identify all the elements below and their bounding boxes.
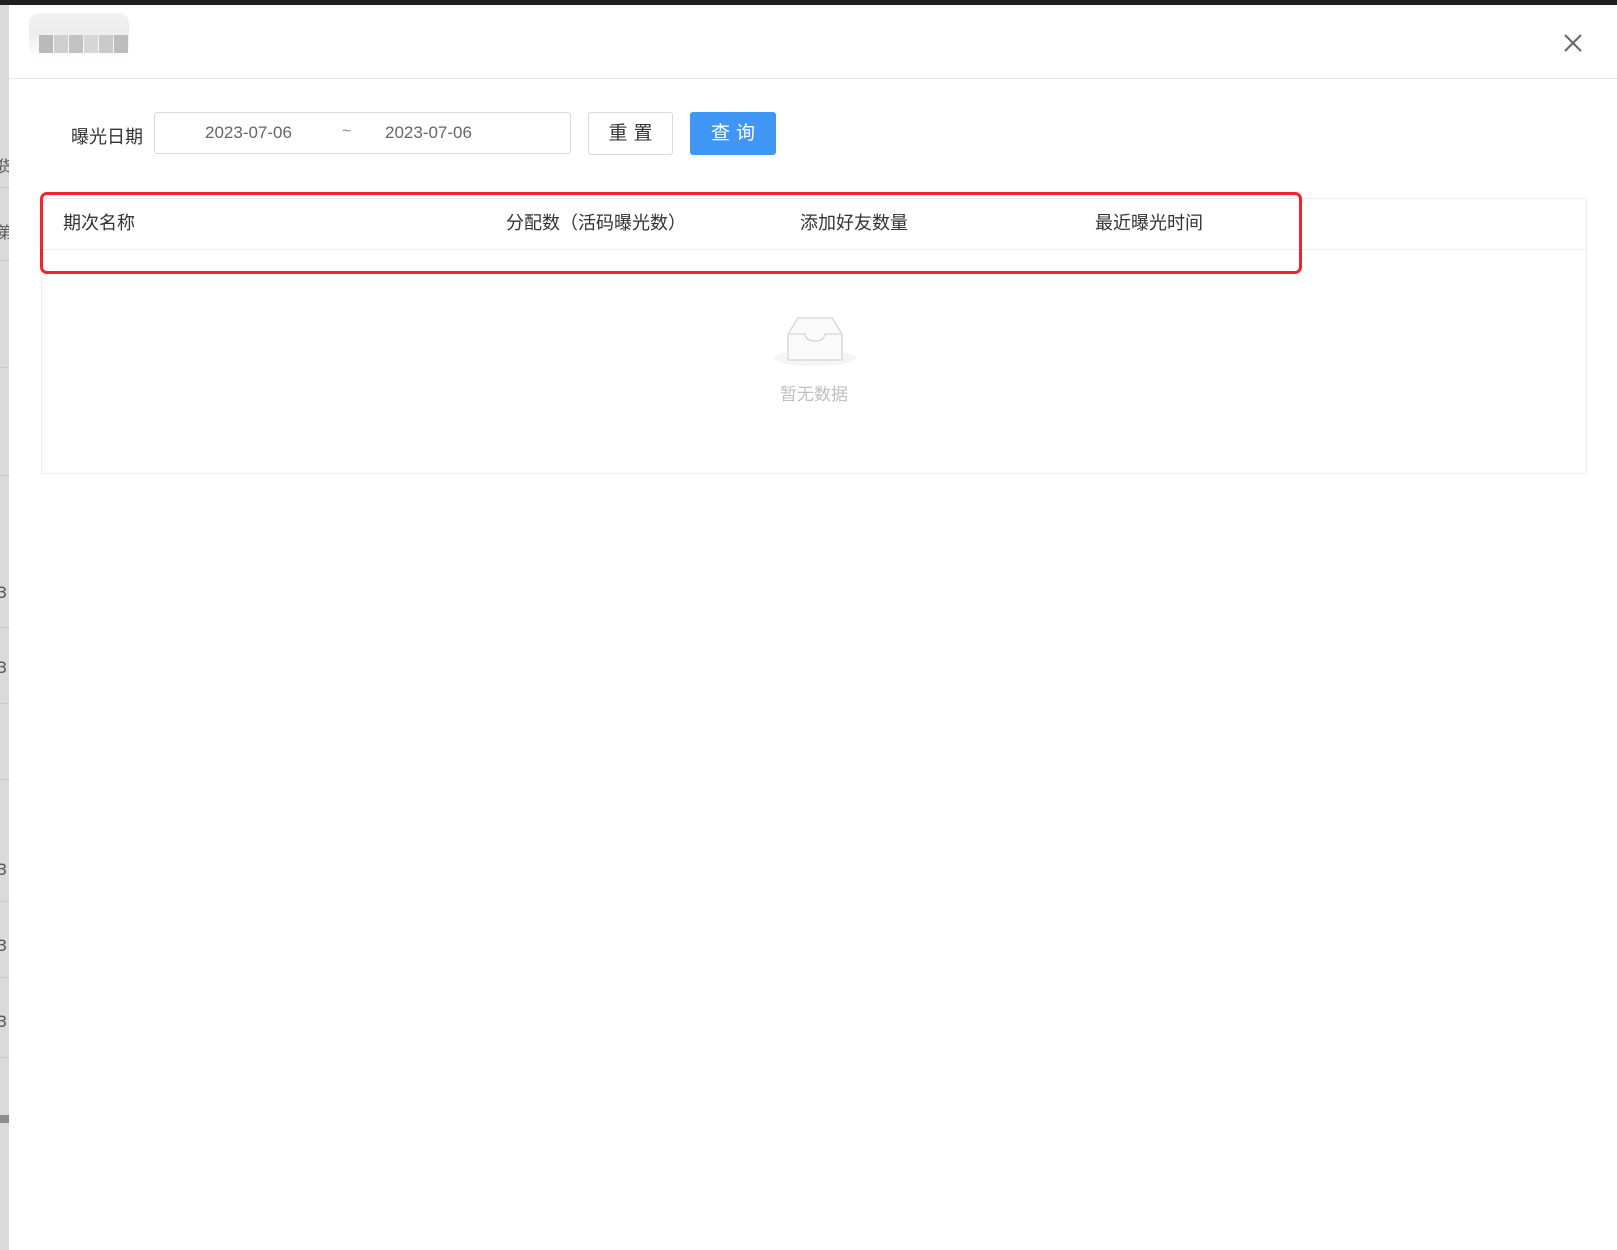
close-button[interactable]	[1561, 31, 1585, 55]
background-scroll-mark	[0, 1115, 9, 1123]
column-header-period-name[interactable]: 期次名称	[63, 199, 135, 249]
exposure-table: 期次名称 分配数（活码曝光数） 添加好友数量 最近曝光时间 暂无数据	[41, 198, 1587, 474]
exposure-dialog	[9, 5, 1617, 1250]
column-header-allocation-count[interactable]: 分配数（活码曝光数）	[506, 199, 686, 249]
background-text-fragment: 3	[0, 658, 8, 677]
close-icon[interactable]	[1561, 31, 1585, 55]
background-divider	[0, 977, 9, 978]
inbox-icon	[774, 317, 856, 366]
background-divider	[0, 187, 9, 188]
dialog-header	[9, 5, 1617, 79]
dialog-title-mosaic	[39, 35, 129, 53]
background-text-fragment: 3	[0, 860, 8, 879]
background-divider	[0, 627, 9, 628]
background-divider	[0, 475, 9, 476]
end-date-input[interactable]	[385, 113, 505, 153]
exposure-date-label: 曝光日期	[71, 127, 143, 148]
background-divider	[0, 1057, 9, 1058]
background-divider	[0, 260, 9, 261]
table-header: 期次名称 分配数（活码曝光数） 添加好友数量 最近曝光时间	[42, 199, 1586, 250]
query-button[interactable]: 查询	[690, 112, 776, 155]
background-divider	[0, 703, 9, 704]
background-text-fragment: 3	[0, 583, 8, 602]
background-text-fragment: 3	[0, 1012, 8, 1031]
background-text-fragment: 第	[0, 223, 9, 242]
background-divider	[0, 901, 9, 902]
date-range-picker[interactable]: ~	[154, 112, 571, 154]
empty-state-text: 暂无数据	[780, 385, 848, 405]
background-text-fragment: 3	[0, 936, 8, 955]
background-divider	[0, 779, 9, 780]
background-text-fragment: 货	[0, 157, 9, 176]
column-header-friends-added[interactable]: 添加好友数量	[800, 199, 908, 249]
background-divider	[0, 367, 9, 368]
start-date-input[interactable]	[205, 113, 325, 153]
background-page-strip: 货 第 3 3 3 3 3	[0, 5, 9, 1250]
date-range-separator: ~	[342, 123, 352, 140]
column-header-last-exposure-time[interactable]: 最近曝光时间	[1095, 199, 1203, 249]
reset-button[interactable]: 重置	[588, 112, 673, 155]
table-empty-state: 暂无数据	[42, 249, 1586, 473]
